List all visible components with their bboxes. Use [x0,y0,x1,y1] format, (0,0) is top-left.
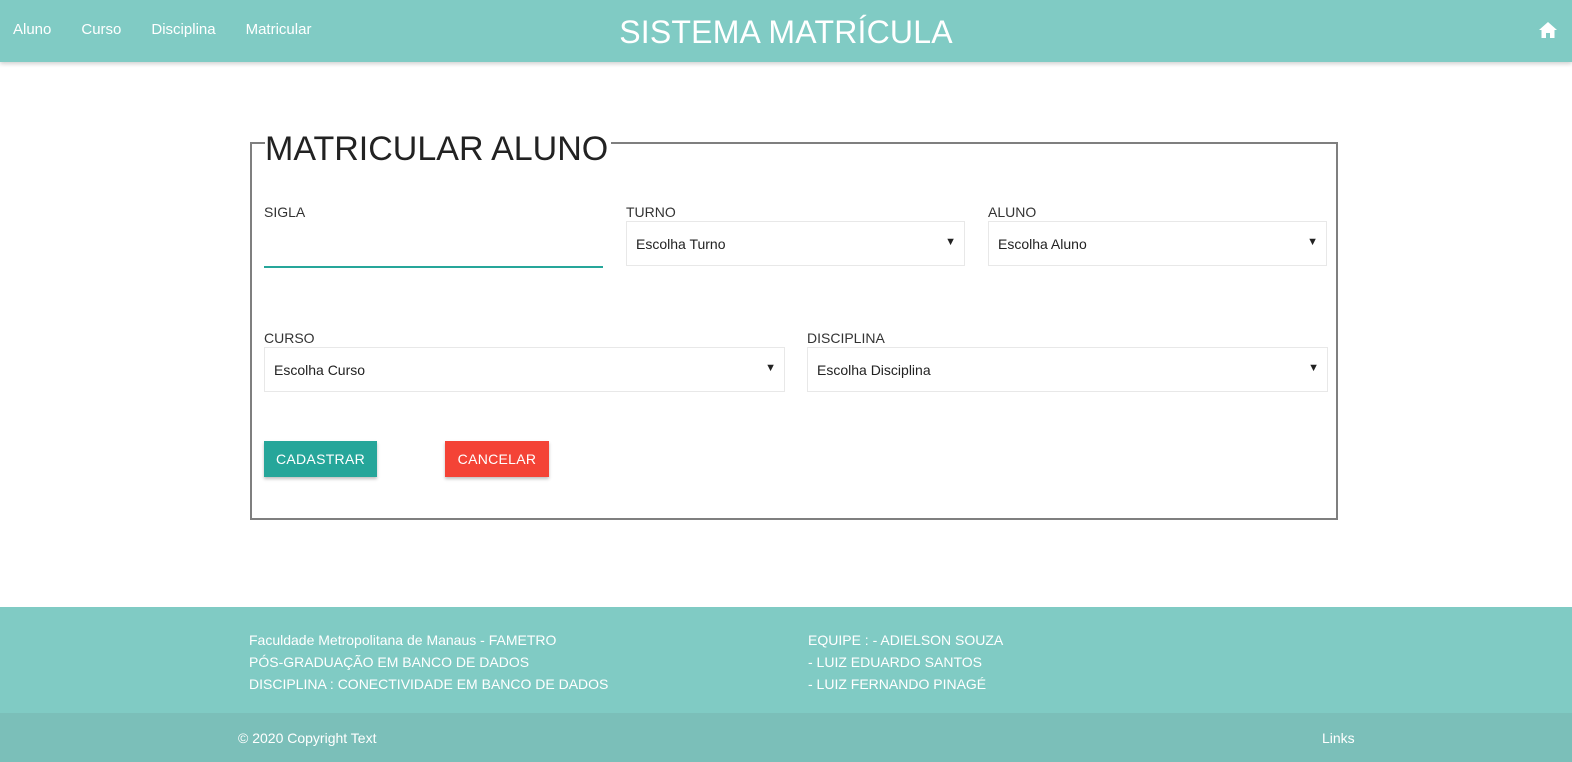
footer-team-member: - LUIZ FERNANDO PINAGÉ [808,676,987,692]
footer-links-link[interactable]: Links [1322,729,1355,747]
footer-program: PÓS-GRADUAÇÃO EM BANCO DE DADOS [249,654,530,670]
cancelar-button[interactable]: CANCELAR [445,441,549,477]
chevron-down-icon: ▼ [1307,236,1318,248]
curso-label: CURSO [264,330,315,346]
turno-label: TURNO [626,204,676,220]
footer-team-member: EQUIPE : - ADIELSON SOUZA [808,632,1004,648]
enrollment-fieldset: MATRICULAR ALUNO SIGLA TURNO Escolha Tur… [250,129,1338,520]
footer-team-member: - LUIZ EDUARDO SANTOS [808,654,982,670]
form-legend: MATRICULAR ALUNO [265,129,612,169]
disciplina-selected-value: Escolha Disciplina [817,362,931,378]
copyright-text: © 2020 Copyright Text [238,730,377,746]
sigla-label: SIGLA [264,204,306,220]
disciplina-label: DISCIPLINA [807,330,885,346]
aluno-select[interactable]: Escolha Aluno ▼ [988,221,1327,266]
turno-selected-value: Escolha Turno [636,236,726,252]
top-navbar: Aluno Curso Disciplina Matricular SISTEM… [0,0,1572,62]
home-icon[interactable] [1538,21,1558,39]
chevron-down-icon: ▼ [765,362,776,374]
footer-institution-info: Faculdade Metropolitana de Manaus - FAME… [249,629,608,695]
aluno-selected-value: Escolha Aluno [998,236,1087,252]
curso-selected-value: Escolha Curso [274,362,366,378]
aluno-label: ALUNO [988,204,1037,220]
footer-team-info: EQUIPE : - ADIELSON SOUZA - LUIZ EDUARDO… [808,629,1003,695]
footer-discipline: DISCIPLINA : CONECTIVIDADE EM BANCO DE D… [249,676,609,692]
turno-select[interactable]: Escolha Turno ▼ [626,221,965,266]
disciplina-select[interactable]: Escolha Disciplina ▼ [807,347,1328,392]
chevron-down-icon: ▼ [1308,362,1319,374]
cadastrar-button[interactable]: CADASTRAR [264,441,377,477]
footer: Faculdade Metropolitana de Manaus - FAME… [0,607,1572,713]
chevron-down-icon: ▼ [945,236,956,248]
brand-title[interactable]: SISTEMA MATRÍCULA [0,12,1572,52]
curso-select[interactable]: Escolha Curso ▼ [264,347,785,392]
footer-institution-name: Faculdade Metropolitana de Manaus - FAME… [249,632,557,648]
footer-copyright-bar: © 2020 Copyright Text Links [0,713,1572,762]
sigla-input[interactable] [264,230,603,268]
